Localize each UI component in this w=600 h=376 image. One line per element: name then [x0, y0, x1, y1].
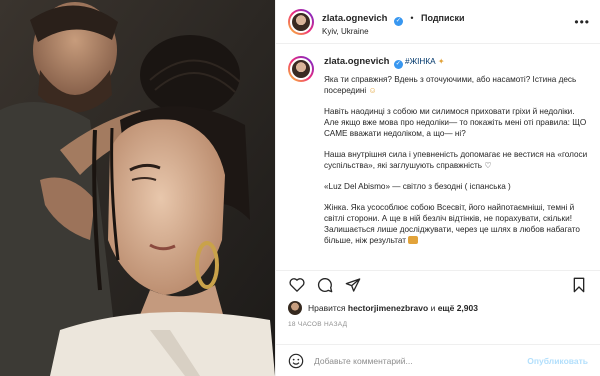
- likes-prefix: Нравится: [308, 303, 346, 313]
- comment-input[interactable]: [314, 355, 528, 366]
- separator-dot: •: [410, 12, 414, 23]
- author-info: zlata.ognevich ✓ • Подписки Kyiv, Ukrain…: [322, 7, 574, 37]
- caption-paragraph: Жінка. Яка усособлює собою Всесвіт, його…: [324, 203, 580, 245]
- likes-and: и: [430, 303, 436, 313]
- caption-text: zlata.ognevich ✓ #ЖІНКА ✦ Яка ти справжн…: [322, 56, 588, 270]
- post-sidebar: zlata.ognevich ✓ • Подписки Kyiv, Ukrain…: [275, 0, 600, 376]
- location-link[interactable]: Kyiv, Ukraine: [322, 27, 574, 37]
- comment-icon[interactable]: [316, 276, 334, 294]
- author-username[interactable]: zlata.ognevich: [322, 13, 387, 24]
- verified-badge-icon: ✓: [393, 60, 403, 69]
- verified-badge-icon: ✓: [393, 16, 403, 26]
- liker-username[interactable]: hectorjimenezbravo: [348, 303, 428, 313]
- post-photo[interactable]: [0, 0, 275, 376]
- smile-emoji-icon: ☺: [368, 86, 377, 95]
- publish-button[interactable]: Опубликовать: [527, 356, 588, 366]
- emoji-icon[interactable]: [288, 353, 304, 369]
- portrait-photo: [0, 0, 275, 376]
- caption-username[interactable]: zlata.ognevich: [324, 56, 389, 67]
- author-avatar[interactable]: [288, 8, 314, 35]
- heart-emoji-icon: ♡: [484, 161, 492, 170]
- post-timestamp[interactable]: 18 ЧАСОВ НАЗАД: [276, 318, 600, 334]
- caption-area: zlata.ognevich ✓ #ЖІНКА ✦ Яка ти справжн…: [276, 44, 600, 270]
- heart-icon[interactable]: [288, 276, 306, 294]
- ellipsis-icon[interactable]: •••: [574, 15, 590, 29]
- share-icon[interactable]: [344, 276, 362, 294]
- post-header: zlata.ognevich ✓ • Подписки Kyiv, Ukrain…: [276, 0, 600, 44]
- bookmark-icon[interactable]: [570, 276, 588, 294]
- caption-paragraph: «Luz Del Abismo» — світло з безодні ( іс…: [324, 182, 511, 191]
- following-button[interactable]: Подписки: [421, 13, 465, 23]
- caption-paragraph: Навіть наодинці з собою ми силимося прих…: [324, 107, 587, 138]
- sparkle-emoji-icon: ✦: [437, 57, 445, 66]
- emoji-icon: [408, 236, 419, 244]
- action-bar: [276, 270, 600, 298]
- hashtag-link[interactable]: #ЖІНКА: [405, 57, 436, 66]
- comment-bar: Опубликовать: [276, 344, 600, 376]
- liker-avatar[interactable]: [288, 301, 302, 315]
- likes-summary: Нравится hectorjimenezbravo и ещё 2,903: [276, 298, 600, 318]
- instagram-post: zlata.ognevich ✓ • Подписки Kyiv, Ukrain…: [0, 0, 600, 376]
- caption-avatar[interactable]: [288, 56, 314, 82]
- caption-paragraph: Наша внутрішня сила і упевненість допома…: [324, 150, 588, 170]
- likes-count[interactable]: ещё 2,903: [438, 303, 478, 313]
- caption-paragraph: Яка ти справжня? Вдень з оточуючими, або…: [324, 75, 577, 95]
